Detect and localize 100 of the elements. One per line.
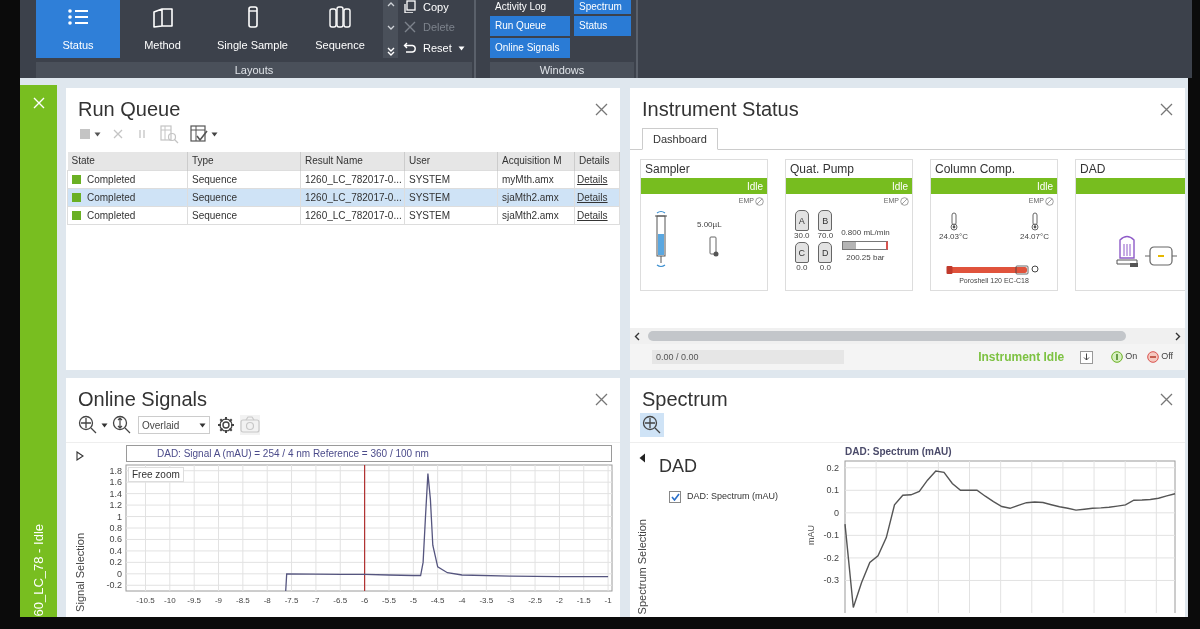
vials-icon (328, 4, 352, 29)
axis-label: mAU (806, 525, 816, 545)
panel-title: Instrument Status (642, 97, 799, 121)
status-text: Instrument Idle (978, 349, 1065, 366)
solvent-value: 0.0 (819, 263, 831, 273)
caret-icon[interactable] (101, 422, 108, 428)
panel-title: Run Queue (78, 97, 181, 121)
table-row[interactable]: Completed Sequence 1260_LC_782017-0... SYSTEM myMth.amx Details (67, 170, 620, 188)
download-button[interactable] (1080, 350, 1094, 364)
collapse-icon[interactable] (639, 453, 646, 463)
progress-field: 0.00 / 0.00 (652, 350, 844, 364)
zoom-icon (642, 415, 662, 435)
close-icon[interactable] (595, 392, 608, 406)
group-heading: DAD (659, 455, 698, 478)
solvent-bottle: D (818, 242, 833, 263)
zoom-button[interactable] (640, 413, 664, 437)
axis-tick-label: 0.4 (109, 545, 122, 556)
action-button[interactable]: Reset (403, 38, 475, 58)
zoom-button[interactable] (78, 415, 108, 435)
solvent-bottle: B (818, 210, 833, 231)
header-cell[interactable]: State (67, 152, 188, 170)
expand-gallery-icon[interactable] (386, 47, 395, 56)
axis-tick-label: 1.2 (109, 500, 122, 511)
scroll-right-icon[interactable] (1175, 331, 1181, 341)
undo-icon (403, 41, 417, 56)
caret-icon[interactable] (211, 131, 218, 137)
checkbox[interactable] (669, 490, 681, 503)
syringe-drawing (653, 210, 669, 268)
action-button[interactable]: Copy (403, 0, 475, 14)
zoom-icon (78, 415, 98, 435)
close-icon[interactable] (595, 102, 608, 116)
tab[interactable]: Dashboard (642, 128, 718, 150)
axis-tick-label: -2.5 (528, 596, 542, 605)
axis-tick-label: 0.8 (109, 523, 122, 533)
thermometer-icon (948, 212, 959, 231)
on-button[interactable]: On (1111, 350, 1138, 364)
axis-tick-label: -5.5 (382, 596, 396, 605)
layout-button[interactable]: Single Sample (205, 0, 300, 58)
checkbox-label[interactable]: DAD: Spectrum (mAU) (687, 490, 778, 504)
blocked-icon (900, 196, 909, 206)
layout-button[interactable]: Sequence (300, 0, 380, 58)
axis-tick-label: 0.6 (109, 534, 122, 545)
side-panel-label[interactable]: Spectrum Selection (634, 518, 651, 614)
header-cell[interactable]: User (404, 152, 498, 170)
close-icon[interactable] (1160, 392, 1173, 406)
axis-tick-label: -0.2 (106, 580, 122, 591)
window-button[interactable]: Status (574, 16, 631, 36)
axis-tick-label: -2 (555, 596, 563, 605)
solvent-bottle: A (794, 210, 809, 231)
table-cell: Sequence (187, 170, 301, 188)
table-cell: myMth.amx (497, 170, 575, 188)
window-button[interactable]: Spectrum (574, 0, 631, 14)
queue-check-button[interactable] (189, 124, 218, 144)
axis-tick-label: -4.5 (430, 596, 445, 605)
table-cell: 1260_LC_782017-0... (300, 206, 405, 224)
window-button[interactable]: Run Queue (490, 16, 570, 36)
header-cell[interactable]: Result Name (300, 152, 405, 170)
blocked-icon (755, 196, 764, 206)
mode-dropdown[interactable]: Overlaid (138, 416, 210, 434)
layout-button[interactable]: Method (120, 0, 205, 58)
caret-icon[interactable] (457, 45, 465, 51)
caret-icon[interactable] (199, 422, 206, 428)
layout-button[interactable]: Status (36, 0, 120, 58)
stop-icon (78, 127, 92, 141)
table-cell-text: Completed (87, 172, 136, 187)
expand-icon[interactable] (76, 451, 84, 461)
close-icon[interactable] (1160, 102, 1173, 116)
copy-icon (403, 0, 417, 14)
axis-tick-label: -10 (164, 596, 176, 605)
side-panel-label[interactable]: Signal Selection (71, 533, 89, 612)
axis-tick-label: -10.5 (136, 596, 155, 605)
module-title: Column Comp. (934, 161, 1017, 178)
axis-tick-label: 0 (834, 507, 839, 518)
scroll-up-icon[interactable] (386, 2, 395, 7)
header-cell[interactable]: Details (574, 152, 620, 170)
axis-tick-label: -0.2 (823, 552, 839, 563)
axis-tick-label: -9.5 (187, 596, 202, 605)
lamp-drawing (1114, 234, 1140, 268)
settings-button[interactable] (216, 415, 236, 435)
table-cell: SYSTEM (404, 188, 498, 206)
table-cell: Sequence (187, 188, 301, 206)
axis-tick-label: -5 (409, 596, 417, 605)
scroll-down-icon[interactable] (386, 24, 395, 30)
table-search-icon (159, 124, 179, 144)
scroll-left-icon[interactable] (634, 331, 640, 341)
module-title: Sampler (644, 161, 691, 178)
header-cell[interactable]: Acquisition M (497, 152, 575, 170)
scrollbar-thumb[interactable] (648, 331, 1126, 341)
instrument-label: 60_LC_78 - Idle (29, 524, 47, 617)
off-button[interactable]: Off (1147, 350, 1173, 364)
table-cell-text: Completed (87, 208, 136, 223)
chart-title: DAD: Spectrum (mAU) (845, 446, 952, 457)
axis-tick-label: -9 (214, 596, 223, 605)
zoom-y-button[interactable] (112, 415, 132, 435)
window-button[interactable]: Online Signals (490, 38, 570, 58)
header-cell[interactable]: Type (187, 152, 301, 170)
delete-icon (403, 20, 417, 35)
status-bar: Idle (641, 178, 767, 194)
axis-tick-label: -7 (312, 596, 320, 605)
table-check-icon (189, 124, 209, 144)
